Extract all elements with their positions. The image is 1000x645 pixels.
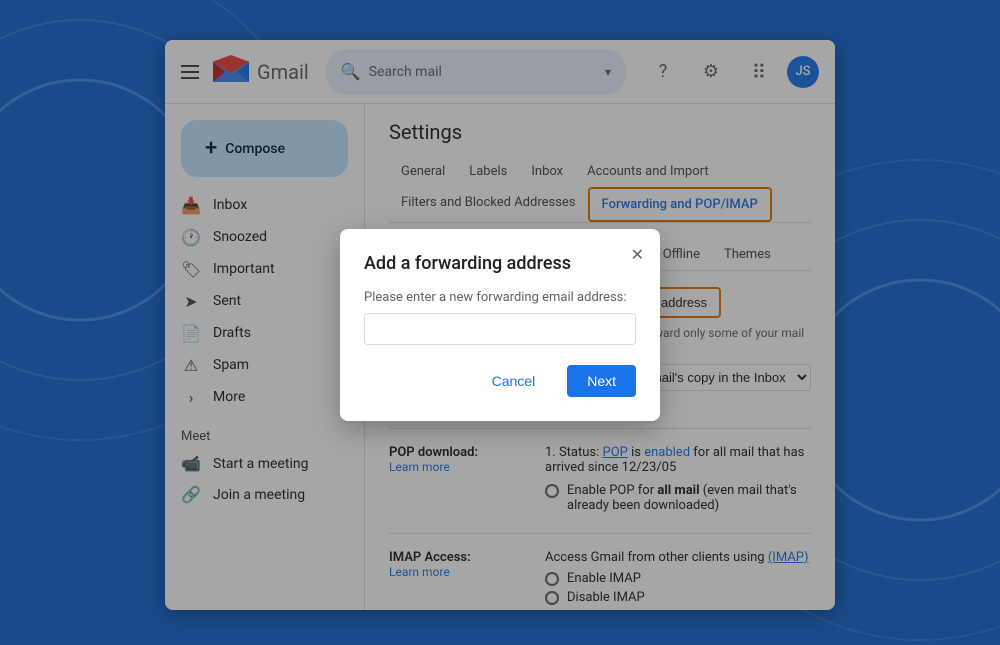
modal-close-button[interactable]: ✕ — [631, 245, 644, 264]
gmail-body: + Compose 📥 Inbox 🕐 Snoozed 🏷 Important … — [165, 104, 835, 610]
gmail-window: Gmail 🔍 Search mail ▾ ? ⚙ ⠿ JS + Compo — [165, 40, 835, 610]
modal-email-label: Please enter a new forwarding email addr… — [364, 290, 636, 305]
next-button[interactable]: Next — [567, 365, 636, 397]
cancel-button[interactable]: Cancel — [472, 365, 556, 397]
modal-overlay: Add a forwarding address ✕ Please enter … — [165, 40, 835, 610]
modal-title: Add a forwarding address — [364, 253, 636, 274]
forwarding-modal: Add a forwarding address ✕ Please enter … — [340, 229, 660, 421]
forwarding-email-input[interactable] — [364, 313, 636, 345]
modal-actions: Cancel Next — [364, 365, 636, 397]
